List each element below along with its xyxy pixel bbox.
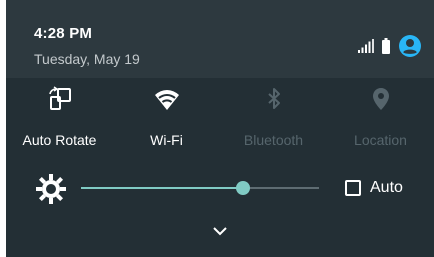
wifi-icon [154,90,179,110]
battery-icon [382,37,390,59]
auto-brightness-checkbox[interactable] [345,180,361,196]
status-header: 4:28 PM Tuesday, May 19 [6,0,434,78]
bluetooth-icon [267,88,280,109]
status-icons [358,34,422,63]
brightness-slider-thumb[interactable] [235,181,250,195]
tile-auto-rotate[interactable]: Auto Rotate [6,84,113,154]
expand-chevron-icon[interactable] [209,222,231,240]
brightness-icon [36,174,66,204]
brightness-row: Auto [6,168,434,208]
tile-location[interactable]: Location [327,84,434,154]
quick-settings-panel: 4:28 PM Tuesday, May 19 Auto Rotate Wi-F… [6,0,434,257]
quick-tiles: Auto Rotate Wi-Fi Bluetooth Location [6,84,434,160]
auto-brightness-toggle[interactable]: Auto [345,174,403,202]
tile-wifi[interactable]: Wi-Fi [113,84,220,154]
tile-label: Wi-Fi [150,132,183,148]
tile-label: Auto Rotate [22,132,97,148]
account-icon[interactable] [398,34,422,63]
brightness-slider-fill [81,187,243,189]
signal-icon [358,38,374,58]
location-icon [372,88,389,110]
auto-brightness-label: Auto [370,179,403,196]
tile-label: Location [354,132,407,148]
date-label: Tuesday, May 19 [34,51,140,67]
tile-bluetooth[interactable]: Bluetooth [220,84,327,154]
brightness-slider[interactable] [81,181,319,195]
clock-time: 4:28 PM [34,25,93,42]
tile-label: Bluetooth [243,132,304,148]
auto-rotate-icon [48,86,71,110]
